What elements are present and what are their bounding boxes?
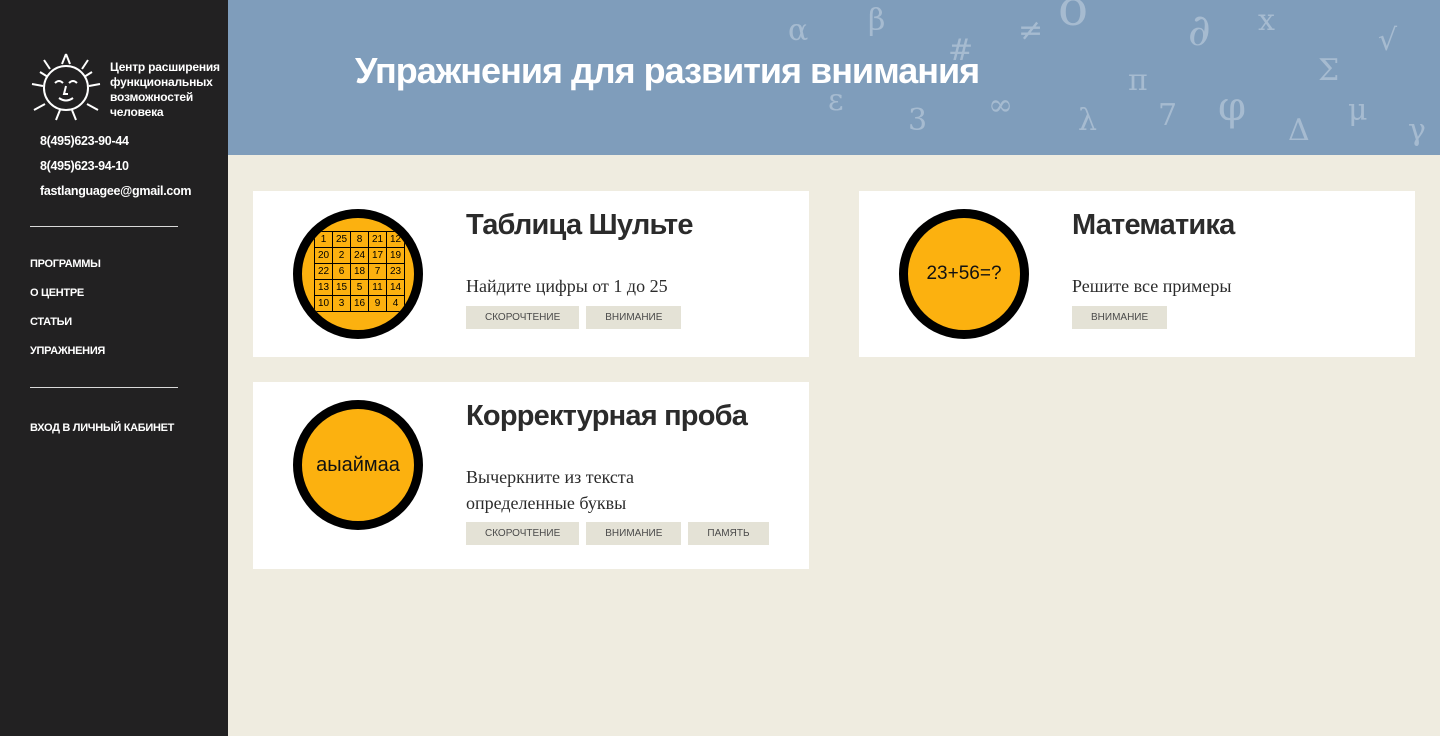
svg-text:β: β: [868, 3, 885, 38]
page-header: α β # ≠ δ π ∂ x Σ √ ε 3 ∞ λ 7 φ Δ μ γ Уп…: [228, 0, 1440, 155]
nav-item-articles[interactable]: СТАТЬИ: [30, 313, 105, 342]
tag-attention[interactable]: ВНИМАНИЕ: [586, 306, 682, 329]
nav-item-about[interactable]: О ЦЕНТРЕ: [30, 284, 105, 313]
svg-text:λ: λ: [1078, 103, 1097, 138]
schulte-cell: 11: [369, 280, 387, 296]
svg-text:φ: φ: [1218, 84, 1246, 130]
org-name: Центр расширения функциональных возможно…: [110, 60, 220, 119]
contacts: 8(495)623-90-44 8(495)623-94-10 fastlang…: [40, 132, 191, 207]
card-title[interactable]: Математика: [1072, 209, 1235, 242]
nav-item-exercises[interactable]: УПРАЖНЕНИЯ: [30, 342, 105, 371]
schulte-cell: 20: [315, 248, 333, 264]
svg-text:α: α: [788, 13, 808, 48]
card-title[interactable]: Корректурная проба: [466, 400, 748, 433]
tag-list: СКОРОЧТЕНИЕ ВНИМАНИЕ: [466, 306, 682, 329]
schulte-cell: 6: [333, 264, 351, 280]
phone-1[interactable]: 8(495)623-90-44: [40, 132, 191, 157]
card-description: Найдите цифры от 1 до 25: [466, 276, 668, 296]
sidebar: Центр расширения функциональных возможно…: [0, 0, 228, 736]
login-link[interactable]: ВХОД В ЛИЧНЫЙ КАБИНЕТ: [30, 422, 174, 434]
main-nav: ПРОГРАММЫ О ЦЕНТРЕ СТАТЬИ УПРАЖНЕНИЯ: [30, 255, 105, 371]
schulte-cell: 24: [351, 248, 369, 264]
sidebar-divider: [30, 387, 178, 388]
schulte-cell: 16: [351, 296, 369, 312]
tag-attention[interactable]: ВНИМАНИЕ: [1072, 306, 1168, 329]
card-description: Вычеркните из текста определенные буквы: [466, 467, 634, 513]
tag-speed-reading[interactable]: СКОРОЧТЕНИЕ: [466, 306, 580, 329]
svg-text:μ: μ: [1348, 93, 1368, 128]
email-link[interactable]: fastlanguagee@gmail.com: [40, 182, 191, 207]
schulte-cell: 10: [315, 296, 333, 312]
schulte-cell: 13: [315, 280, 333, 296]
schulte-cell: 3: [333, 296, 351, 312]
schulte-cell: 9: [369, 296, 387, 312]
tag-attention[interactable]: ВНИМАНИЕ: [586, 522, 682, 545]
schulte-cell: 14: [387, 280, 405, 296]
svg-text:Σ: Σ: [1318, 53, 1339, 88]
schulte-cell: 15: [333, 280, 351, 296]
svg-text:∂: ∂: [1188, 5, 1211, 56]
svg-text:x: x: [1258, 3, 1275, 38]
tag-list: ВНИМАНИЕ: [1072, 306, 1168, 329]
proofreading-image: аыаймаа: [293, 400, 423, 530]
schulte-cell: 7: [369, 264, 387, 280]
schulte-table-image: 1 25 8 21 12 20 2 24 17 19 22 6 18 7 23 13 15 5 11 14 10 3 16 9…: [293, 209, 423, 339]
tag-list: СКОРОЧТЕНИЕ ВНИМАНИЕ ПАМЯТЬ: [466, 522, 769, 545]
svg-text:√: √: [1378, 23, 1398, 58]
sidebar-divider: [30, 226, 178, 227]
sun-face-logo-icon[interactable]: [26, 48, 108, 126]
exercise-card-math[interactable]: 23+56=? Математика Решите все примеры ВН…: [859, 191, 1415, 357]
svg-text:γ: γ: [1408, 113, 1426, 148]
schulte-cell: 21: [369, 232, 387, 248]
svg-text:π: π: [1128, 63, 1148, 98]
schulte-cell: 23: [387, 264, 405, 280]
exercise-card-schulte[interactable]: 1 25 8 21 12 20 2 24 17 19 22 6 18 7 23 13 15 5 11 14 10 3 16 9…: [253, 191, 809, 357]
schulte-grid: 1 25 8 21 12 20 2 24 17 19 22 6 18 7 23 13 15 5 11 14 10 3 16 9…: [314, 231, 405, 312]
nav-item-programs[interactable]: ПРОГРАММЫ: [30, 255, 105, 284]
schulte-cell: 22: [315, 264, 333, 280]
tag-speed-reading[interactable]: СКОРОЧТЕНИЕ: [466, 522, 580, 545]
schulte-cell: 17: [369, 248, 387, 264]
tag-memory[interactable]: ПАМЯТЬ: [688, 522, 769, 545]
math-image: 23+56=?: [899, 209, 1029, 339]
schulte-cell: 19: [387, 248, 405, 264]
svg-text:7: 7: [1158, 98, 1177, 133]
schulte-cell: 5: [351, 280, 369, 296]
math-example-text: 23+56=?: [926, 263, 1002, 284]
schulte-cell: 18: [351, 264, 369, 280]
exercise-card-proofreading[interactable]: аыаймаа Корректурная проба Вычеркните из…: [253, 382, 809, 569]
schulte-cell: 2: [333, 248, 351, 264]
card-title[interactable]: Таблица Шульте: [466, 209, 693, 242]
schulte-cell: 4: [387, 296, 405, 312]
page-title: Упражнения для развития внимания: [355, 50, 980, 91]
svg-text:≠: ≠: [1018, 13, 1043, 48]
svg-text:3: 3: [908, 103, 927, 138]
card-description: Решите все примеры: [1072, 276, 1232, 296]
svg-text:Δ: Δ: [1288, 113, 1310, 148]
proofreading-letters-text: аыаймаа: [316, 453, 400, 476]
svg-text:∞: ∞: [988, 88, 1013, 123]
schulte-cell: 25: [333, 232, 351, 248]
schulte-cell: 8: [351, 232, 369, 248]
svg-text:δ: δ: [1058, 0, 1088, 37]
schulte-cell: 1: [315, 232, 333, 248]
phone-2[interactable]: 8(495)623-94-10: [40, 157, 191, 182]
schulte-cell: 12: [387, 232, 405, 248]
